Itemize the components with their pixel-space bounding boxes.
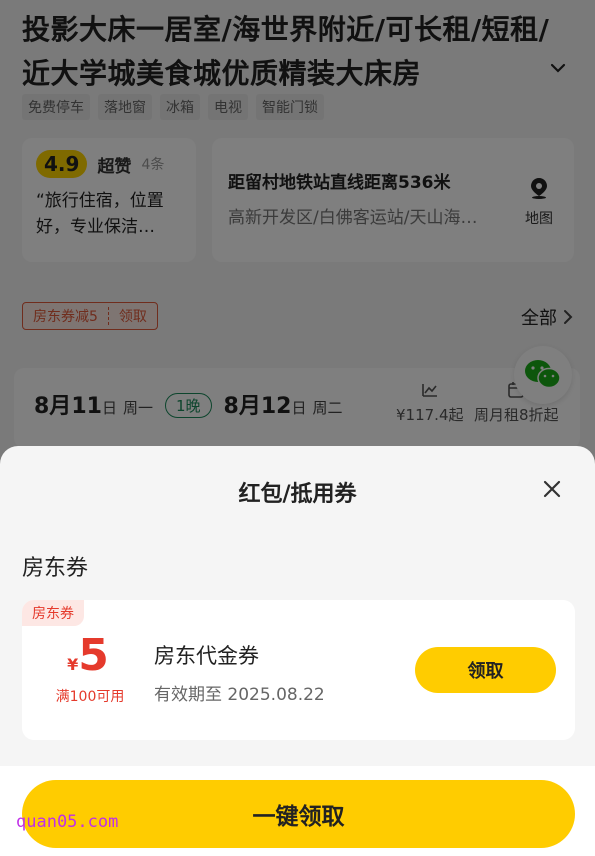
currency-symbol: ¥ <box>67 655 79 674</box>
coupon-sheet: 红包/抵用券 房东券 房东券 ¥5 满100可用 房东代金券 有效期至 2025… <box>0 446 595 856</box>
coupon-name: 房东代金券 <box>154 644 259 668</box>
section-title: 房东券 <box>22 556 89 581</box>
coupon-value: 5 <box>78 630 109 681</box>
watermark: quan05.com <box>16 812 119 832</box>
sheet-footer: 一键领取 <box>0 766 595 856</box>
coupon-badge: 房东券 <box>22 600 84 626</box>
coupon-condition: 满100可用 <box>55 689 125 705</box>
claim-button[interactable]: 领取 <box>415 647 556 693</box>
close-icon[interactable] <box>543 480 561 498</box>
sheet-title: 红包/抵用券 <box>238 482 357 507</box>
coupon-amount: ¥5 <box>52 634 124 678</box>
coupon-card: 房东券 ¥5 满100可用 房东代金券 有效期至 2025.08.22 领取 <box>22 600 575 740</box>
coupon-expiry: 有效期至 2025.08.22 <box>154 685 325 705</box>
